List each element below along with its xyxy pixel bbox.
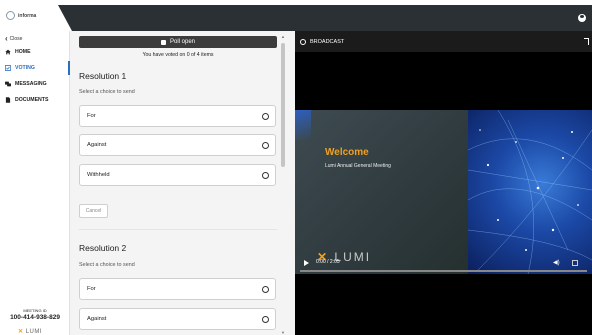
radio-button[interactable]	[262, 141, 269, 149]
lumi-x-icon: ✕	[18, 329, 24, 335]
sidebar-item-label: VOTING	[15, 65, 35, 71]
poll-status-text: Poll open	[169, 39, 196, 45]
choice-for[interactable]: For	[79, 105, 276, 127]
choice-label: Withheld	[87, 172, 110, 178]
choice-withheld[interactable]: Withheld	[79, 164, 276, 186]
choice-label: Against	[87, 142, 107, 148]
documents-icon	[5, 97, 11, 103]
sidebar-item-documents[interactable]: DOCUMENTS	[0, 93, 70, 107]
close-sidebar-button[interactable]: ‹ Close	[5, 35, 22, 43]
time-display: 0:00 / 2:05	[316, 259, 340, 265]
resolution-title: Resolution 1	[79, 71, 127, 81]
network-graphic	[468, 110, 592, 274]
sidebar-brand-text: LUMI	[25, 329, 43, 335]
cancel-button[interactable]: Cancel	[79, 204, 108, 218]
sidebar-item-label: HOME	[15, 49, 31, 55]
top-bar-dark-band	[58, 5, 592, 31]
voting-panel: Poll open You have voted on 0 of 4 items…	[70, 31, 289, 335]
choice-label: For	[87, 113, 96, 119]
slide-title: Welcome	[325, 147, 369, 158]
broadcast-label: BROADCAST	[310, 38, 345, 45]
resolution-subtitle: Select a choice to send	[79, 89, 135, 95]
resolution-subtitle: Select a choice to send	[79, 262, 135, 268]
close-label: Close	[9, 36, 23, 42]
scroll-up-icon[interactable]: ▲	[281, 34, 285, 39]
broadcast-panel: BROADCAST Welcome Lumi Annual General Me…	[295, 31, 592, 335]
video-player[interactable]: Welcome Lumi Annual General Meeting ✕ LU…	[295, 110, 592, 274]
choice-against[interactable]: Against	[79, 308, 276, 330]
top-bar: informa	[0, 0, 592, 31]
video-progress-bar[interactable]	[300, 270, 587, 272]
scroll-down-icon[interactable]: ▼	[281, 330, 285, 335]
play-icon[interactable]	[304, 260, 309, 266]
radio-button[interactable]	[262, 171, 269, 179]
app-logo[interactable]: informa	[6, 11, 36, 20]
logo-text: informa	[18, 12, 37, 19]
poll-icon	[160, 39, 166, 45]
voted-progress-text: You have voted on 0 of 4 items	[142, 52, 214, 58]
sidebar-item-voting[interactable]: VOTING	[0, 61, 70, 75]
messaging-icon	[5, 81, 11, 87]
meeting-id-label: MEETING ID	[23, 308, 47, 313]
meeting-id-value: 100-414-938-829	[10, 314, 60, 321]
radio-button[interactable]	[262, 112, 269, 120]
poll-status-banner: Poll open	[79, 36, 277, 48]
broadcast-icon	[300, 38, 306, 45]
resolution-divider	[79, 229, 277, 230]
choice-for[interactable]: For	[79, 278, 276, 300]
voting-icon	[5, 65, 11, 71]
home-icon	[5, 49, 11, 55]
sidebar-brand-logo: ✕ LUMI	[18, 328, 42, 335]
logo-mark-icon	[6, 11, 15, 20]
voting-scrollbar[interactable]: ▲ ▼	[280, 34, 286, 335]
resolution-title: Resolution 2	[79, 243, 127, 253]
choice-label: For	[87, 286, 96, 292]
fullscreen-icon[interactable]	[572, 260, 578, 266]
volume-icon[interactable]: ◀)	[553, 259, 560, 266]
sidebar-item-home[interactable]: HOME	[0, 45, 70, 59]
sidebar: ‹ Close HOME VOTING MESSAGING DOCUMENTS …	[0, 31, 70, 335]
broadcast-header: BROADCAST	[295, 31, 592, 52]
choice-against[interactable]: Against	[79, 134, 276, 156]
slide-subtitle: Lumi Annual General Meeting	[325, 163, 391, 169]
sidebar-item-label: MESSAGING	[15, 81, 47, 87]
chevron-left-icon: ‹	[5, 34, 8, 43]
sidebar-item-messaging[interactable]: MESSAGING	[0, 77, 70, 91]
scroll-thumb[interactable]	[281, 43, 285, 167]
video-controls: 0:00 / 2:05 ◀)	[295, 253, 592, 274]
sidebar-item-label: DOCUMENTS	[15, 97, 49, 103]
radio-button[interactable]	[262, 315, 269, 323]
radio-button[interactable]	[262, 285, 269, 293]
expand-icon[interactable]	[584, 38, 589, 45]
user-account-icon[interactable]	[578, 14, 586, 22]
choice-label: Against	[87, 316, 107, 322]
